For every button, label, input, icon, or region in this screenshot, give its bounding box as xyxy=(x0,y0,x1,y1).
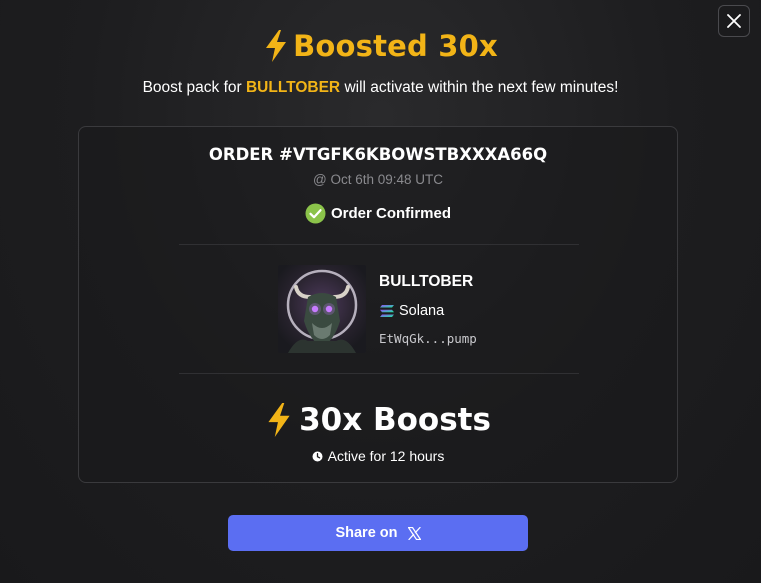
token-chain: Solana xyxy=(379,302,444,320)
lightning-bolt-icon xyxy=(268,403,290,437)
order-card: ORDER #VTGFK6KBOWSTBXXXA66Q @ Oct 6th 09… xyxy=(78,126,678,483)
x-logo-icon xyxy=(407,526,421,540)
boost-duration: Active for 12 hours xyxy=(79,447,677,465)
title-text: Boosted 30x xyxy=(293,29,498,63)
divider xyxy=(179,373,579,374)
clock-icon xyxy=(312,451,323,461)
subtitle-token: BULLTOBER xyxy=(245,79,341,96)
boost-duration-text: Active for 12 hours xyxy=(327,448,445,464)
modal-title: Boosted 30x xyxy=(0,26,761,66)
share-label: Share on xyxy=(335,525,398,541)
token-chain-name: Solana xyxy=(399,303,445,319)
lightning-bolt-icon xyxy=(266,30,287,62)
order-id: ORDER #VTGFK6KBOWSTBXXXA66Q xyxy=(208,145,548,164)
boost-amount: 30x Boosts xyxy=(79,399,677,441)
order-timestamp: @ Oct 6th 09:48 UTC xyxy=(312,172,443,187)
order-status: Order Confirmed xyxy=(79,202,677,224)
boost-label: 30x Boosts xyxy=(299,402,491,438)
order-status-text: Order Confirmed xyxy=(330,204,451,222)
subtitle: Boost pack for BULLTOBER will activate w… xyxy=(0,79,761,97)
token-address[interactable]: EtWqGk...pump xyxy=(379,331,477,346)
check-circle-icon xyxy=(305,203,326,223)
bull-token-image xyxy=(278,265,366,353)
subtitle-prefix: Boost pack for xyxy=(142,79,246,96)
solana-icon xyxy=(380,305,394,317)
divider xyxy=(179,244,579,245)
share-on-x-button[interactable]: Share on xyxy=(228,515,528,551)
subtitle-suffix: will activate within the next few minute… xyxy=(340,79,619,96)
token-name: BULLTOBER xyxy=(379,273,474,290)
